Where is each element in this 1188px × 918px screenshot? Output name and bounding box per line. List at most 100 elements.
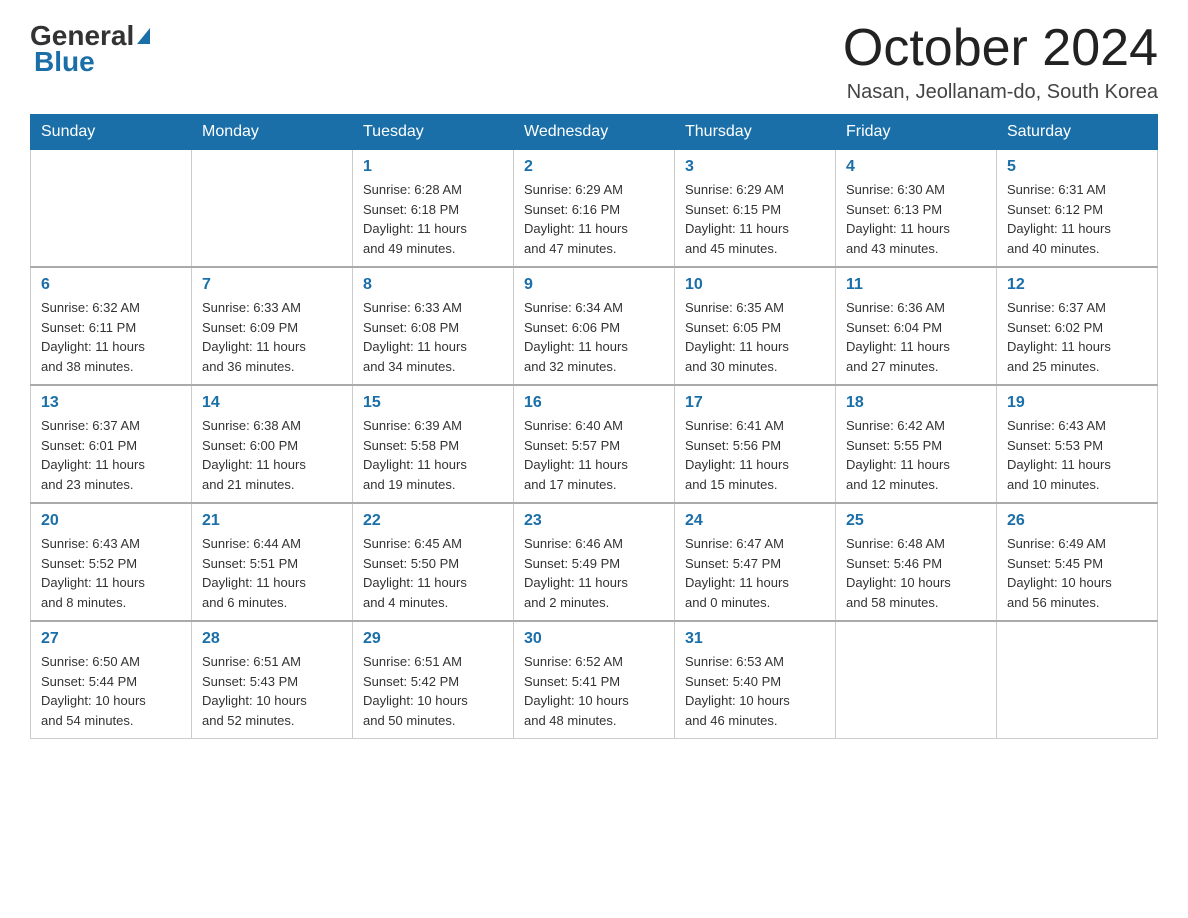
day-info: Sunrise: 6:45 AMSunset: 5:50 PMDaylight:… — [363, 534, 503, 612]
logo-blue-text: Blue — [34, 46, 95, 77]
calendar-cell: 27 Sunrise: 6:50 AMSunset: 5:44 PMDayligh… — [31, 621, 192, 739]
day-number: 12 — [1007, 276, 1147, 294]
page-header: General Blue October 2024 Nasan, Jeollan… — [30, 20, 1158, 104]
calendar-cell: 17 Sunrise: 6:41 AMSunset: 5:56 PMDayligh… — [675, 385, 836, 503]
calendar-cell: 11 Sunrise: 6:36 AMSunset: 6:04 PMDayligh… — [836, 267, 997, 385]
day-number: 6 — [41, 276, 181, 294]
day-info: Sunrise: 6:50 AMSunset: 5:44 PMDaylight:… — [41, 652, 181, 730]
calendar-cell: 14Sunrise: 6:38 AMSunset: 6:00 PMDayligh… — [192, 385, 353, 503]
day-number: 18 — [846, 394, 986, 412]
day-info: Sunrise: 6:47 AMSunset: 5:47 PMDaylight:… — [685, 534, 825, 612]
calendar-cell: 9 Sunrise: 6:34 AMSunset: 6:06 PMDaylight… — [514, 267, 675, 385]
day-number: 11 — [846, 276, 986, 294]
day-number: 2 — [524, 158, 664, 176]
day-info: Sunrise: 6:40 AMSunset: 5:57 PMDaylight:… — [524, 416, 664, 494]
calendar-cell: 7 Sunrise: 6:33 AMSunset: 6:09 PMDaylight… — [192, 267, 353, 385]
calendar-cell: 15 Sunrise: 6:39 AMSunset: 5:58 PMDayligh… — [353, 385, 514, 503]
calendar-cell: 25Sunrise: 6:48 AMSunset: 5:46 PMDayligh… — [836, 503, 997, 621]
day-info: Sunrise: 6:51 AMSunset: 5:43 PMDaylight:… — [202, 652, 342, 730]
day-info: Sunrise: 6:35 AMSunset: 6:05 PMDaylight:… — [685, 298, 825, 376]
day-info: Sunrise: 6:34 AMSunset: 6:06 PMDaylight:… — [524, 298, 664, 376]
day-number: 19 — [1007, 394, 1147, 412]
day-number: 8 — [363, 276, 503, 294]
day-info: Sunrise: 6:41 AMSunset: 5:56 PMDaylight:… — [685, 416, 825, 494]
day-number: 30 — [524, 630, 664, 648]
calendar-cell: 10 Sunrise: 6:35 AMSunset: 6:05 PMDayligh… — [675, 267, 836, 385]
calendar-cell: 21 Sunrise: 6:44 AMSunset: 5:51 PMDayligh… — [192, 503, 353, 621]
day-info: Sunrise: 6:30 AMSunset: 6:13 PMDaylight:… — [846, 180, 986, 258]
day-info: Sunrise: 6:29 AMSunset: 6:16 PMDaylight:… — [524, 180, 664, 258]
day-info: Sunrise: 6:53 AMSunset: 5:40 PMDaylight:… — [685, 652, 825, 730]
calendar-table: SundayMondayTuesdayWednesdayThursdayFrid… — [30, 114, 1158, 739]
logo: General Blue — [30, 20, 150, 78]
day-info: Sunrise: 6:33 AMSunset: 6:08 PMDaylight:… — [363, 298, 503, 376]
day-number: 22 — [363, 512, 503, 530]
calendar-week-row: 1 Sunrise: 6:28 AMSunset: 6:18 PMDaylight… — [31, 150, 1158, 268]
day-info: Sunrise: 6:39 AMSunset: 5:58 PMDaylight:… — [363, 416, 503, 494]
day-info: Sunrise: 6:31 AMSunset: 6:12 PMDaylight:… — [1007, 180, 1147, 258]
calendar-week-row: 20 Sunrise: 6:43 AMSunset: 5:52 PMDayligh… — [31, 503, 1158, 621]
day-info: Sunrise: 6:43 AMSunset: 5:52 PMDaylight:… — [41, 534, 181, 612]
day-number: 7 — [202, 276, 342, 294]
day-number: 24 — [685, 512, 825, 530]
day-number: 15 — [363, 394, 503, 412]
calendar-cell: 6 Sunrise: 6:32 AMSunset: 6:11 PMDaylight… — [31, 267, 192, 385]
day-number: 9 — [524, 276, 664, 294]
calendar-week-row: 6 Sunrise: 6:32 AMSunset: 6:11 PMDaylight… — [31, 267, 1158, 385]
day-info: Sunrise: 6:37 AMSunset: 6:02 PMDaylight:… — [1007, 298, 1147, 376]
calendar-cell: 30 Sunrise: 6:52 AMSunset: 5:41 PMDayligh… — [514, 621, 675, 739]
calendar-cell: 31 Sunrise: 6:53 AMSunset: 5:40 PMDayligh… — [675, 621, 836, 739]
calendar-cell: 5Sunrise: 6:31 AMSunset: 6:12 PMDaylight… — [997, 150, 1158, 268]
calendar-cell: 3Sunrise: 6:29 AMSunset: 6:15 PMDaylight… — [675, 150, 836, 268]
calendar-cell: 19 Sunrise: 6:43 AMSunset: 5:53 PMDayligh… — [997, 385, 1158, 503]
calendar-header-thursday: Thursday — [675, 115, 836, 150]
day-info: Sunrise: 6:44 AMSunset: 5:51 PMDaylight:… — [202, 534, 342, 612]
day-number: 31 — [685, 630, 825, 648]
day-info: Sunrise: 6:52 AMSunset: 5:41 PMDaylight:… — [524, 652, 664, 730]
calendar-cell: 18 Sunrise: 6:42 AMSunset: 5:55 PMDayligh… — [836, 385, 997, 503]
day-number: 17 — [685, 394, 825, 412]
calendar-week-row: 13 Sunrise: 6:37 AMSunset: 6:01 PMDayligh… — [31, 385, 1158, 503]
calendar-cell: 22 Sunrise: 6:45 AMSunset: 5:50 PMDayligh… — [353, 503, 514, 621]
day-number: 29 — [363, 630, 503, 648]
calendar-cell: 2 Sunrise: 6:29 AMSunset: 6:16 PMDaylight… — [514, 150, 675, 268]
day-number: 3 — [685, 158, 825, 176]
day-info: Sunrise: 6:28 AMSunset: 6:18 PMDaylight:… — [363, 180, 503, 258]
day-info: Sunrise: 6:43 AMSunset: 5:53 PMDaylight:… — [1007, 416, 1147, 494]
calendar-cell: 4 Sunrise: 6:30 AMSunset: 6:13 PMDaylight… — [836, 150, 997, 268]
calendar-header-row: SundayMondayTuesdayWednesdayThursdayFrid… — [31, 115, 1158, 150]
calendar-cell: 13 Sunrise: 6:37 AMSunset: 6:01 PMDayligh… — [31, 385, 192, 503]
calendar-header-wednesday: Wednesday — [514, 115, 675, 150]
calendar-cell: 20 Sunrise: 6:43 AMSunset: 5:52 PMDayligh… — [31, 503, 192, 621]
calendar-cell — [997, 621, 1158, 739]
calendar-header-sunday: Sunday — [31, 115, 192, 150]
calendar-cell: 12 Sunrise: 6:37 AMSunset: 6:02 PMDayligh… — [997, 267, 1158, 385]
day-number: 1 — [363, 158, 503, 176]
calendar-cell — [836, 621, 997, 739]
day-info: Sunrise: 6:32 AMSunset: 6:11 PMDaylight:… — [41, 298, 181, 376]
calendar-header-friday: Friday — [836, 115, 997, 150]
calendar-header-tuesday: Tuesday — [353, 115, 514, 150]
day-info: Sunrise: 6:36 AMSunset: 6:04 PMDaylight:… — [846, 298, 986, 376]
day-info: Sunrise: 6:49 AMSunset: 5:45 PMDaylight:… — [1007, 534, 1147, 612]
calendar-cell: 1 Sunrise: 6:28 AMSunset: 6:18 PMDaylight… — [353, 150, 514, 268]
calendar-cell: 28 Sunrise: 6:51 AMSunset: 5:43 PMDayligh… — [192, 621, 353, 739]
day-number: 13 — [41, 394, 181, 412]
day-number: 4 — [846, 158, 986, 176]
calendar-cell: 26 Sunrise: 6:49 AMSunset: 5:45 PMDayligh… — [997, 503, 1158, 621]
day-number: 21 — [202, 512, 342, 530]
day-number: 27 — [41, 630, 181, 648]
day-number: 16 — [524, 394, 664, 412]
day-info: Sunrise: 6:33 AMSunset: 6:09 PMDaylight:… — [202, 298, 342, 376]
calendar-cell: 29Sunrise: 6:51 AMSunset: 5:42 PMDayligh… — [353, 621, 514, 739]
day-number: 28 — [202, 630, 342, 648]
day-number: 26 — [1007, 512, 1147, 530]
day-info: Sunrise: 6:37 AMSunset: 6:01 PMDaylight:… — [41, 416, 181, 494]
day-number: 10 — [685, 276, 825, 294]
calendar-cell: 8 Sunrise: 6:33 AMSunset: 6:08 PMDaylight… — [353, 267, 514, 385]
day-info: Sunrise: 6:42 AMSunset: 5:55 PMDaylight:… — [846, 416, 986, 494]
calendar-cell — [31, 150, 192, 268]
day-number: 20 — [41, 512, 181, 530]
calendar-week-row: 27 Sunrise: 6:50 AMSunset: 5:44 PMDayligh… — [31, 621, 1158, 739]
subtitle: Nasan, Jeollanam-do, South Korea — [843, 81, 1158, 104]
